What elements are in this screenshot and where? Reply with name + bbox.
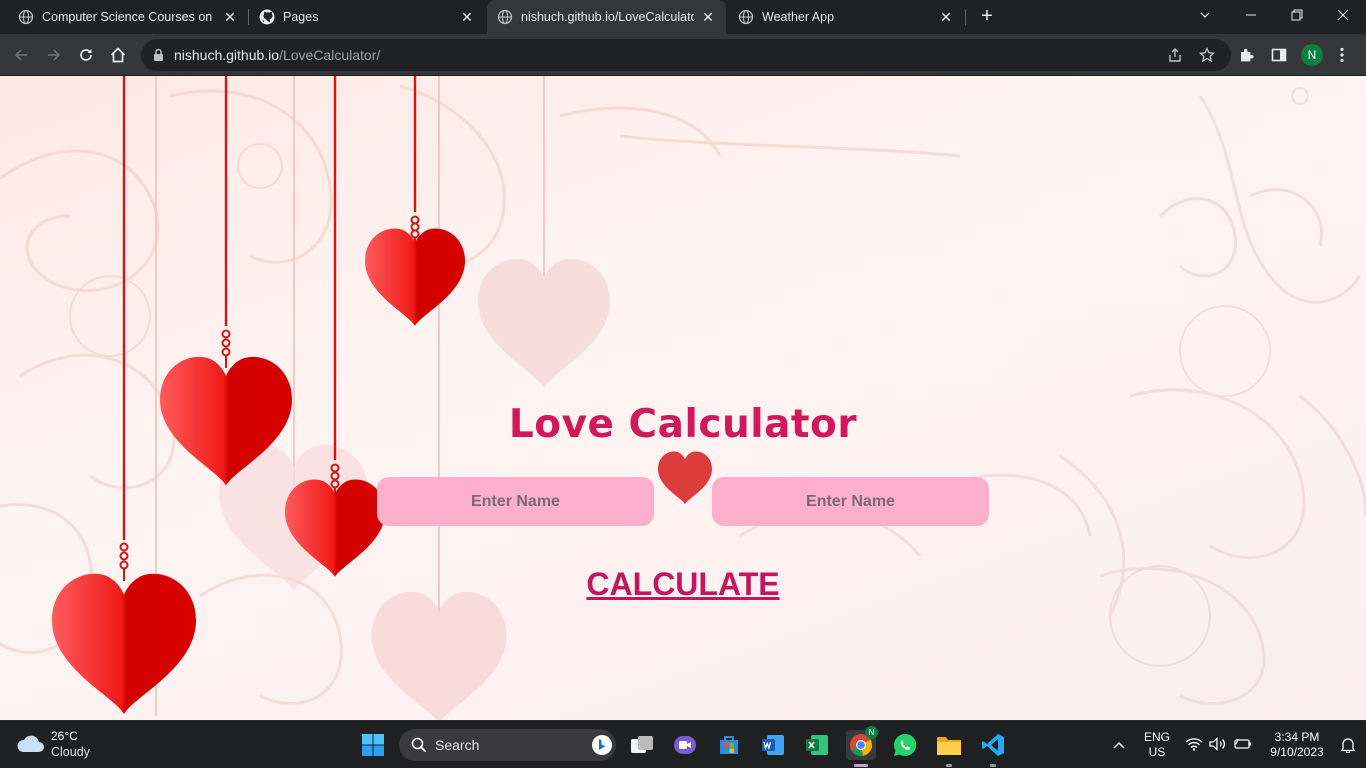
tab-computer-science-courses[interactable]: Computer Science Courses on Le ✕ (8, 0, 248, 34)
video-chat-icon (674, 736, 696, 754)
floral-ornament-right (739, 87, 1366, 705)
arrow-left-icon (14, 49, 27, 61)
close-icon[interactable]: ✕ (222, 9, 238, 25)
tab-label: Weather App (762, 10, 835, 24)
folder-icon (937, 737, 961, 755)
clock-date: 9/10/2023 (1270, 745, 1324, 759)
start-button[interactable] (358, 730, 388, 760)
close-window-button[interactable] (1320, 0, 1366, 30)
tab-weather-app[interactable]: Weather App ✕ (728, 0, 964, 34)
heart-icon (658, 451, 712, 505)
battery-icon[interactable] (1234, 738, 1252, 750)
microsoft-store-button[interactable] (714, 730, 744, 760)
home-button[interactable] (106, 43, 130, 67)
restore-button[interactable] (1274, 0, 1320, 30)
minimize-button[interactable] (1228, 0, 1274, 30)
whatsapp-button[interactable] (890, 730, 920, 760)
task-view-icon (631, 736, 653, 753)
second-name-input[interactable] (712, 477, 989, 526)
notification-bell-icon[interactable] (1341, 737, 1355, 753)
forward-button[interactable] (42, 43, 66, 67)
bookmark-star-icon[interactable] (1199, 47, 1215, 63)
reload-icon (80, 49, 92, 61)
cloud-icon (17, 735, 44, 752)
chevron-down-icon (1200, 12, 1210, 18)
windows-icon (362, 734, 384, 756)
restore-icon (1291, 9, 1303, 21)
weather-temp: 26°C (51, 729, 78, 743)
taskbar-search[interactable]: Search (399, 729, 616, 761)
tab-label: nishuch.github.io/LoveCalculator/ (521, 10, 694, 24)
running-app-indicator (946, 764, 952, 767)
language-indicator[interactable]: ENG US (1139, 730, 1175, 760)
url-path: /LoveCalculator/ (279, 47, 381, 63)
excel-button[interactable] (802, 730, 832, 760)
back-button[interactable] (9, 43, 33, 67)
globe-icon (18, 9, 34, 25)
language-code: ENG (1143, 730, 1170, 744)
bing-icon (592, 735, 612, 755)
tab-label: Pages (283, 10, 319, 24)
search-icon (411, 737, 427, 753)
tab-love-calculator[interactable]: nishuch.github.io/LoveCalculator/ ✕ (487, 0, 726, 34)
chevron-up-icon[interactable] (1112, 739, 1126, 751)
new-tab-button[interactable]: + (976, 5, 998, 27)
file-explorer-button[interactable] (934, 730, 964, 767)
close-icon[interactable]: ✕ (938, 9, 954, 25)
tab-search-button[interactable] (1182, 0, 1228, 30)
windows-taskbar: 26°C Cloudy Search N ENG US 3:34 PM 9/10… (0, 720, 1366, 768)
home-icon (110, 47, 126, 63)
word-icon (762, 735, 784, 755)
vscode-button[interactable] (978, 730, 1008, 767)
store-icon (720, 736, 738, 754)
extensions-puzzle-icon[interactable] (1239, 47, 1255, 63)
running-app-indicator (990, 764, 996, 767)
teams-chat-button[interactable] (670, 730, 700, 760)
whatsapp-icon (894, 733, 917, 756)
url-host: nishuch.github.io (174, 47, 280, 63)
clock[interactable]: 3:34 PM 9/10/2023 (1262, 730, 1332, 760)
minimize-icon (1246, 14, 1256, 16)
weather-widget[interactable]: 26°C Cloudy (14, 728, 104, 762)
more-options-icon[interactable] (1339, 47, 1345, 63)
share-icon[interactable] (1167, 47, 1183, 63)
hanging-hearts-background (0, 76, 1366, 720)
wifi-icon[interactable] (1185, 737, 1203, 751)
side-panel-icon[interactable] (1271, 47, 1287, 63)
close-icon (1337, 9, 1349, 21)
calculate-button[interactable]: CALCULATE (583, 566, 783, 603)
first-name-input[interactable] (377, 477, 654, 526)
profile-avatar[interactable]: N (1301, 44, 1323, 66)
weather-desc: Cloudy (51, 745, 90, 759)
lock-icon[interactable] (153, 48, 164, 62)
tab-strip: Computer Science Courses on Le ✕ Pages ✕… (0, 0, 1366, 34)
globe-icon (497, 9, 513, 25)
tab-separator (965, 9, 966, 25)
search-label: Search (435, 737, 480, 753)
arrow-right-icon (48, 49, 61, 61)
task-view-button[interactable] (627, 730, 657, 760)
github-icon (259, 9, 275, 25)
page-title: Love Calculator (508, 402, 858, 447)
region-code: US (1148, 745, 1166, 759)
excel-icon (806, 735, 828, 755)
tab-label: Computer Science Courses on Le (42, 10, 216, 24)
url-text[interactable]: nishuch.github.io/LoveCalculator/ (174, 47, 380, 63)
chrome-profile-badge: N (865, 726, 878, 739)
globe-icon (738, 9, 754, 25)
browser-toolbar: nishuch.github.io/LoveCalculator/ N (0, 34, 1366, 76)
active-app-indicator (854, 764, 868, 767)
close-icon[interactable]: ✕ (700, 9, 716, 25)
tab-pages[interactable]: Pages ✕ (249, 0, 485, 34)
reload-button[interactable] (74, 43, 98, 67)
clock-time: 3:34 PM (1274, 730, 1320, 744)
chrome-button[interactable]: N (846, 726, 878, 767)
volume-icon[interactable] (1209, 737, 1227, 751)
vscode-icon (982, 734, 1004, 756)
close-icon[interactable]: ✕ (459, 9, 475, 25)
word-button[interactable] (758, 730, 788, 760)
love-calculator-page: Love Calculator CALCULATE (0, 76, 1366, 720)
address-bar[interactable]: nishuch.github.io/LoveCalculator/ (141, 39, 1231, 71)
